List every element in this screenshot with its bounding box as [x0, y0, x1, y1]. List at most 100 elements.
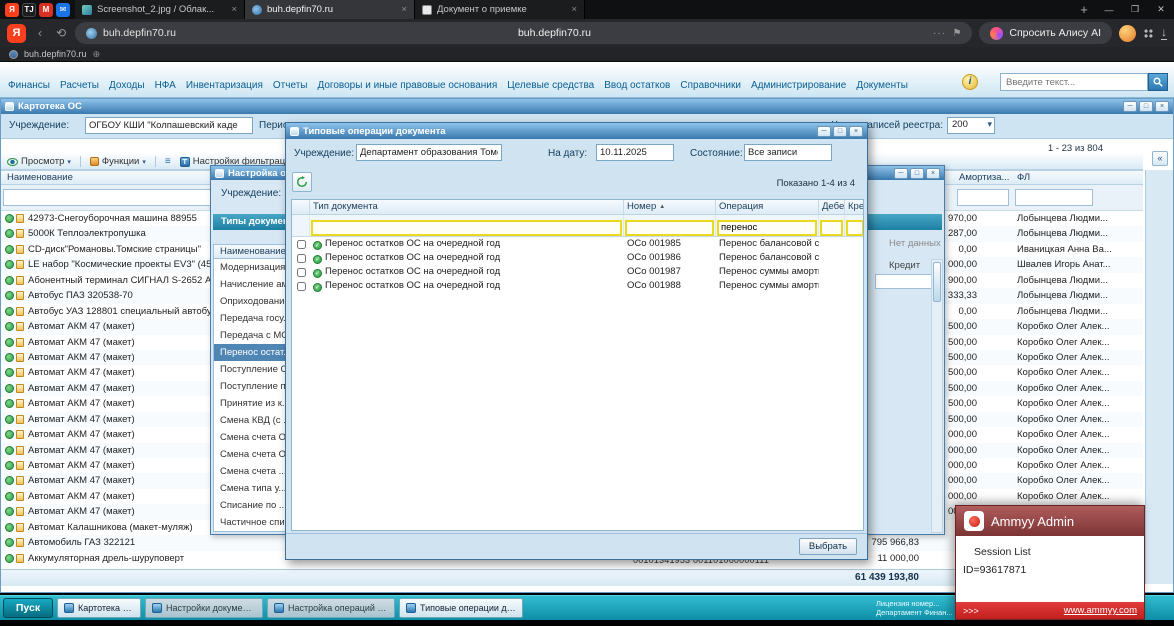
card-icon[interactable]: [16, 430, 24, 440]
amortization-filter-input[interactable]: [957, 189, 1009, 206]
ammyy-site-link[interactable]: www.ammyy.com: [1064, 605, 1137, 616]
close-icon[interactable]: [926, 167, 940, 179]
view-button[interactable]: Просмотр: [7, 156, 71, 167]
pinned-tab-icon[interactable]: ✉: [56, 2, 70, 17]
view-row-icon[interactable]: [5, 322, 14, 332]
card-icon[interactable]: [16, 291, 24, 301]
row-checkbox[interactable]: [296, 239, 306, 249]
taskbar-window-button[interactable]: Настройки документов (...: [145, 598, 263, 618]
scrollbar-thumb[interactable]: [933, 262, 941, 302]
card-icon[interactable]: [16, 322, 24, 332]
date-input[interactable]: [596, 144, 674, 161]
ammyy-titlebar[interactable]: Ammyy Admin: [956, 506, 1144, 536]
debit-filter-input[interactable]: [820, 219, 843, 236]
column-amortization[interactable]: Амортиза...: [959, 172, 1009, 183]
browser-tab[interactable]: Screenshot_2.jpg / Облак...: [75, 0, 245, 19]
card-icon[interactable]: [16, 476, 24, 486]
pinned-tab-icon[interactable]: TJ: [22, 2, 36, 17]
card-icon[interactable]: [16, 399, 24, 409]
card-icon[interactable]: [16, 445, 24, 455]
card-icon[interactable]: [16, 244, 24, 254]
search-button[interactable]: [1148, 73, 1168, 91]
state-input[interactable]: [744, 144, 832, 161]
tab-close-icon[interactable]: [231, 4, 237, 15]
minimize-icon[interactable]: [894, 167, 908, 179]
operation-row[interactable]: Перенос остатков ОС на очередной год ОСо…: [292, 279, 863, 293]
alice-button[interactable]: Спросить Алису AI: [979, 22, 1112, 44]
column-doc-type[interactable]: Тип документа: [310, 200, 624, 214]
card-icon[interactable]: [16, 306, 24, 316]
fl-filter-input[interactable]: [1015, 189, 1093, 206]
operation-filter-input[interactable]: [717, 219, 817, 236]
minimize-icon[interactable]: [1123, 101, 1137, 112]
taskbar-window-button[interactable]: Картотека ОС: [57, 598, 141, 618]
view-row-icon[interactable]: [5, 306, 14, 316]
credit-filter-input[interactable]: [846, 219, 863, 236]
view-row-icon[interactable]: [5, 214, 14, 223]
menu-item[interactable]: Доходы: [109, 80, 145, 91]
row-checkbox[interactable]: [296, 253, 306, 263]
collapse-panel-button[interactable]: [1152, 151, 1168, 166]
card-icon[interactable]: [16, 337, 24, 347]
view-row-icon[interactable]: [5, 229, 14, 239]
column-credit[interactable]: Кре...: [845, 200, 863, 214]
card-icon[interactable]: [16, 352, 24, 362]
kartoteka-titlebar[interactable]: Картотека ОС: [1, 99, 1173, 114]
card-icon[interactable]: [16, 214, 24, 223]
card-icon[interactable]: [16, 414, 24, 424]
bookmark-flag-icon[interactable]: [952, 28, 961, 39]
operation-row[interactable]: Перенос остатков ОС на очередной год ОСо…: [292, 251, 863, 265]
maximize-icon[interactable]: [1139, 101, 1153, 112]
bookmark-item[interactable]: buh.depfin70.ru: [24, 49, 87, 59]
close-icon[interactable]: [849, 125, 863, 137]
card-icon[interactable]: [16, 507, 24, 517]
menu-item[interactable]: Инвентаризация: [186, 80, 263, 91]
card-icon[interactable]: [16, 553, 24, 563]
menu-item[interactable]: Финансы: [8, 80, 50, 91]
downloads-icon[interactable]: ↓: [1161, 26, 1167, 40]
reload-icon[interactable]: ⟲: [54, 26, 68, 40]
view-row-icon[interactable]: [5, 275, 14, 285]
view-row-icon[interactable]: [5, 430, 14, 440]
institution-input[interactable]: [85, 117, 253, 134]
view-row-icon[interactable]: [5, 461, 14, 470]
column-operation[interactable]: Операция: [716, 200, 819, 214]
menu-item[interactable]: Договоры и иные правовые основания: [317, 80, 497, 91]
scrollbar[interactable]: [931, 259, 943, 533]
number-filter-input[interactable]: [625, 219, 714, 236]
global-search-input[interactable]: [1000, 73, 1148, 91]
view-row-icon[interactable]: [5, 538, 14, 548]
taskbar-window-button[interactable]: Типовые операции докум...: [399, 598, 523, 618]
card-icon[interactable]: [16, 368, 24, 378]
column-number[interactable]: Номер: [624, 200, 716, 214]
url-bar[interactable]: buh.depfin70.ru buh.depfin70.ru ···: [75, 22, 973, 44]
operation-row[interactable]: Перенос остатков ОС на очередной год ОСо…: [292, 265, 863, 279]
menu-item[interactable]: Отчеты: [273, 80, 308, 91]
browser-tab[interactable]: buh.depfin70.ru: [245, 0, 415, 19]
view-row-icon[interactable]: [5, 445, 14, 455]
close-icon[interactable]: [1155, 101, 1169, 112]
pinned-tab-icon[interactable]: М: [39, 2, 53, 17]
doc-type-filter-input[interactable]: [311, 219, 622, 236]
tab-close-icon[interactable]: [571, 4, 577, 15]
more-icon[interactable]: ···: [933, 27, 947, 39]
card-icon[interactable]: [16, 522, 24, 532]
view-row-icon[interactable]: [5, 553, 14, 563]
menu-icon[interactable]: [165, 156, 171, 167]
card-icon[interactable]: [16, 461, 24, 470]
view-row-icon[interactable]: [5, 244, 14, 254]
menu-item[interactable]: Администрирование: [751, 80, 846, 91]
maximize-icon[interactable]: [833, 125, 847, 137]
select-column[interactable]: [292, 200, 310, 214]
row-checkbox[interactable]: [296, 267, 306, 277]
row-checkbox[interactable]: [296, 281, 306, 291]
pinned-tab-icon[interactable]: Я: [5, 2, 19, 17]
view-row-icon[interactable]: [5, 352, 14, 362]
taskbar-window-button[interactable]: Настройка операций по доку...: [267, 598, 395, 618]
card-icon[interactable]: [16, 229, 24, 239]
menu-item[interactable]: Документы: [856, 80, 908, 91]
menu-item[interactable]: Расчеты: [60, 80, 99, 91]
card-icon[interactable]: [16, 383, 24, 393]
minimize-icon[interactable]: [817, 125, 831, 137]
view-row-icon[interactable]: [5, 368, 14, 378]
